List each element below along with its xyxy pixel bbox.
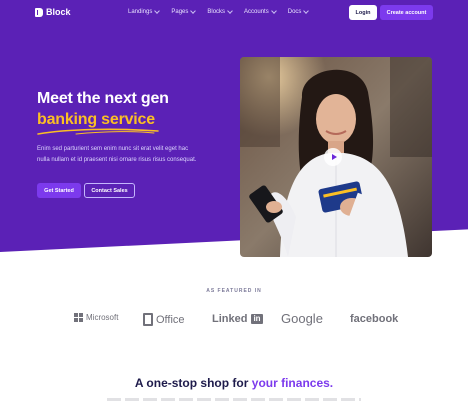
menu-label: Blocks <box>207 9 226 15</box>
hero-title-line1: Meet the next gen <box>37 90 169 107</box>
menu-label: Docs <box>287 9 302 15</box>
menu-label: Accounts <box>244 9 269 15</box>
underline-swash-icon <box>37 128 159 135</box>
logo-microsoft: Microsoft <box>74 313 118 322</box>
block-logo-icon <box>35 7 43 17</box>
linkedin-in-icon: in <box>251 314 263 324</box>
create-account-button[interactable]: Create account <box>380 5 433 20</box>
main-menu: Landings Pages Blocks Accounts Docs <box>128 8 310 15</box>
brand-logo[interactable]: Block <box>35 7 71 17</box>
login-button[interactable]: Login <box>349 5 377 20</box>
hero-title-line2: banking service <box>37 111 155 128</box>
section-title-prefix: A one-stop shop for <box>134 376 252 390</box>
hero-lead-text: Enim sed parturient sem enim nunc sit er… <box>37 146 197 163</box>
logo-facebook: facebook <box>350 313 398 325</box>
microsoft-icon <box>74 313 83 322</box>
logo-text: Google <box>281 311 323 326</box>
brand-name: Block <box>46 7 71 17</box>
chevron-down-icon <box>154 8 161 14</box>
menu-item-landings[interactable]: Landings <box>128 8 161 15</box>
menu-label: Landings <box>128 9 153 15</box>
chevron-down-icon <box>270 8 277 14</box>
menu-item-blocks[interactable]: Blocks <box>207 8 233 15</box>
featured-label: AS FEATURED IN <box>206 288 262 294</box>
logo-office: Office <box>143 313 185 326</box>
play-video-button[interactable] <box>324 148 342 166</box>
section-title-accent: your finances. <box>251 376 334 390</box>
contact-sales-button[interactable]: Contact Sales <box>84 183 135 198</box>
office-icon <box>143 313 153 326</box>
top-navbar: Block Landings Pages Blocks Accounts Doc… <box>0 0 468 26</box>
logo-text: facebook <box>350 313 399 325</box>
get-started-button[interactable]: Get Started <box>37 183 81 198</box>
menu-label: Pages <box>171 9 189 15</box>
section-title: A one-stop shop for your finances. <box>0 376 468 390</box>
logo-text: Linked <box>212 313 248 325</box>
menu-item-pages[interactable]: Pages <box>171 8 197 15</box>
logo-linkedin: Linked in <box>212 313 263 325</box>
logo-text: Microsoft <box>86 313 119 322</box>
chevron-down-icon <box>303 8 310 14</box>
menu-item-docs[interactable]: Docs <box>287 8 310 15</box>
logo-google: Google <box>281 311 323 326</box>
chevron-down-icon <box>190 8 197 14</box>
menu-item-accounts[interactable]: Accounts <box>244 8 277 15</box>
logo-text: Office <box>156 313 185 326</box>
chevron-down-icon <box>227 8 233 14</box>
